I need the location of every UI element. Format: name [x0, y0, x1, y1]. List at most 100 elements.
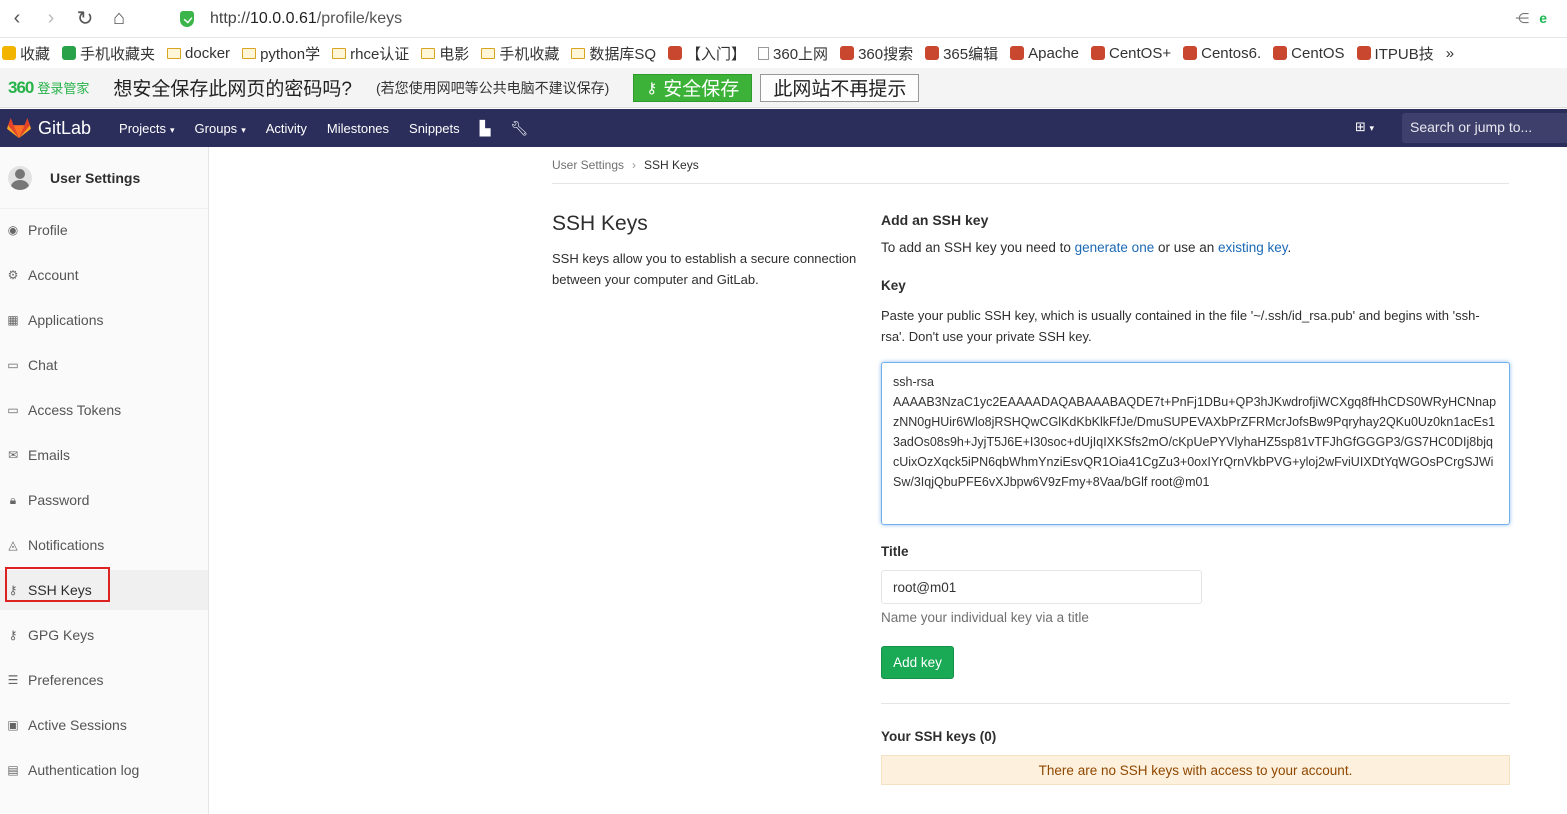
browser-e-icon[interactable]: e: [1539, 10, 1547, 27]
bookmark-label: 手机收藏夹: [80, 45, 156, 63]
bookmark-label: 360搜索: [858, 45, 914, 63]
bookmark-label: 手机收藏: [499, 45, 560, 63]
bookmark-item[interactable]: rhce认证: [332, 43, 409, 64]
bookmark-item[interactable]: 360搜索: [840, 43, 913, 64]
annotation-highlight-box: [5, 567, 110, 602]
sidebar-item-account[interactable]: ⚙ Account: [0, 255, 208, 295]
log-icon: ▤: [7, 763, 19, 777]
sidebar-item-label: Access Tokens: [28, 402, 122, 418]
bookmark-item[interactable]: 365编辑: [925, 43, 998, 64]
folder-icon: [571, 47, 586, 59]
site-favicon-icon: [925, 46, 940, 60]
chat-icon: ▭: [7, 358, 19, 372]
password-save-bar: 360 登录管家 想安全保存此网页的密码吗? (若您使用网吧等公共电脑不建议保存…: [0, 68, 1567, 108]
sidebar-item-profile[interactable]: ◉ Profile: [0, 210, 208, 250]
folder-icon: [332, 47, 347, 59]
bookmark-item[interactable]: ITPUB技: [1356, 43, 1434, 64]
bookmark-label: 【入门】: [686, 45, 747, 63]
bookmark-label: Centos6.: [1201, 44, 1262, 62]
folder-icon: [167, 47, 182, 59]
breadcrumb: User Settings › SSH Keys: [552, 158, 699, 172]
bookmark-label: 365编辑: [943, 45, 999, 63]
key-label: Key: [881, 278, 906, 293]
breadcrumb-parent[interactable]: User Settings: [552, 158, 624, 172]
sidebar-item-password[interactable]: 🔒︎ Password: [0, 480, 208, 520]
nav-snippets[interactable]: Snippets: [409, 121, 460, 136]
divider: [552, 183, 1509, 184]
bookmark-item[interactable]: 电影: [421, 43, 469, 64]
url-field[interactable]: http://10.0.0.61/profile/keys: [180, 6, 1180, 32]
nav-groups[interactable]: Groups ▾: [195, 121, 246, 136]
generate-one-link[interactable]: generate one: [1075, 240, 1155, 255]
chevron-down-icon: ▾: [241, 124, 246, 135]
bookmark-item[interactable]: 360上网: [758, 43, 828, 64]
back-button[interactable]: ‹: [0, 0, 34, 38]
bookmark-item[interactable]: 手机收藏: [481, 43, 559, 64]
nav-milestones[interactable]: Milestones: [327, 121, 389, 136]
phone-icon: [62, 46, 77, 60]
bookmark-item[interactable]: CentOS: [1273, 45, 1345, 62]
sidebar-item-emails[interactable]: ✉ Emails: [0, 435, 208, 475]
nav-activity[interactable]: Activity: [266, 121, 307, 136]
brand-360-logo: 360: [8, 77, 34, 97]
sidebar-item-preferences[interactable]: ☰ Preferences: [0, 660, 208, 700]
sidebar-item-gpg-keys[interactable]: ⚷ GPG Keys: [0, 615, 208, 655]
nav-label: Snippets: [409, 120, 460, 136]
sidebar-item-active-sessions[interactable]: ▣ Active Sessions: [0, 705, 208, 745]
bookmark-label: 收藏: [20, 45, 51, 63]
sidebar-header[interactable]: User Settings: [0, 147, 208, 209]
bookmark-item[interactable]: Centos6.: [1183, 45, 1261, 62]
sliders-icon: ☰: [7, 673, 19, 687]
your-keys-heading: Your SSH keys (0): [881, 729, 997, 744]
title-label: Title: [881, 544, 909, 559]
chart-icon[interactable]: ▙: [480, 120, 491, 137]
desc-text-before: To add an SSH key you need to: [881, 240, 1075, 255]
bookmark-item[interactable]: 收藏: [2, 43, 50, 64]
existing-key-link[interactable]: existing key: [1218, 240, 1288, 255]
gitlab-brand[interactable]: GitLab: [38, 118, 91, 139]
share-icon[interactable]: ⋲: [1515, 10, 1529, 27]
safe-save-button[interactable]: ⚷ 安全保存: [633, 73, 753, 102]
bookmark-item[interactable]: Apache: [1010, 45, 1079, 62]
sidebar-item-notifications[interactable]: ◬ Notifications: [0, 525, 208, 565]
monitor-icon: ▣: [7, 718, 19, 732]
bookmark-item[interactable]: »: [1446, 45, 1454, 62]
nav-label: Projects: [119, 120, 167, 136]
sidebar-item-label: Account: [28, 267, 79, 283]
url-host: 10.0.0.61: [250, 10, 317, 27]
wrench-icon[interactable]: 🔧︎: [510, 120, 528, 137]
sidebar-item-chat[interactable]: ▭ Chat: [0, 345, 208, 385]
sidebar-item-label: Applications: [28, 312, 104, 328]
chevron-left-icon: ‹: [13, 7, 21, 29]
sidebar-item-label: Active Sessions: [28, 717, 127, 733]
sidebar-item-access-tokens[interactable]: ▭ Access Tokens: [0, 390, 208, 430]
sidebar-item-authentication-log[interactable]: ▤ Authentication log: [0, 750, 208, 790]
bookmark-item[interactable]: 数据库SQ: [571, 43, 656, 64]
bookmark-item[interactable]: 手机收藏夹: [62, 43, 155, 64]
bookmark-item[interactable]: CentOS+: [1091, 45, 1171, 62]
nav-projects[interactable]: Projects ▾: [119, 121, 175, 136]
add-key-button[interactable]: Add key: [881, 646, 954, 679]
page-title: SSH Keys: [552, 212, 648, 235]
sidebar-item-applications[interactable]: ▦ Applications: [0, 300, 208, 340]
never-prompt-button[interactable]: 此网站不再提示: [760, 73, 920, 102]
home-icon: ⌂: [112, 7, 126, 29]
forward-button[interactable]: ›: [34, 0, 68, 38]
key-textarea[interactable]: ssh-rsa AAAAB3NzaC1yc2EAAAADAQABAAABAQDE…: [881, 362, 1510, 525]
site-favicon-icon: [1091, 46, 1105, 60]
title-input[interactable]: root@m01: [881, 570, 1202, 604]
chevron-down-icon: ▾: [1369, 123, 1375, 133]
bookmark-item[interactable]: 【入门】: [668, 43, 746, 64]
new-dropdown-button[interactable]: ⊞ ▾: [1355, 119, 1374, 135]
sidebar-item-label: GPG Keys: [28, 627, 95, 643]
sidebar-item-label: Emails: [28, 447, 71, 463]
breadcrumb-current[interactable]: SSH Keys: [644, 158, 699, 172]
bookmark-item[interactable]: python学: [242, 43, 320, 64]
home-button[interactable]: ⌂: [102, 0, 136, 38]
search-input[interactable]: Search or jump to...: [1402, 113, 1567, 143]
reload-icon: ↻: [76, 8, 94, 30]
reload-button[interactable]: ↻: [68, 0, 102, 38]
gitlab-logo-icon[interactable]: [6, 117, 32, 139]
nav-label: Groups: [194, 120, 238, 136]
bookmark-item[interactable]: docker: [167, 45, 230, 62]
